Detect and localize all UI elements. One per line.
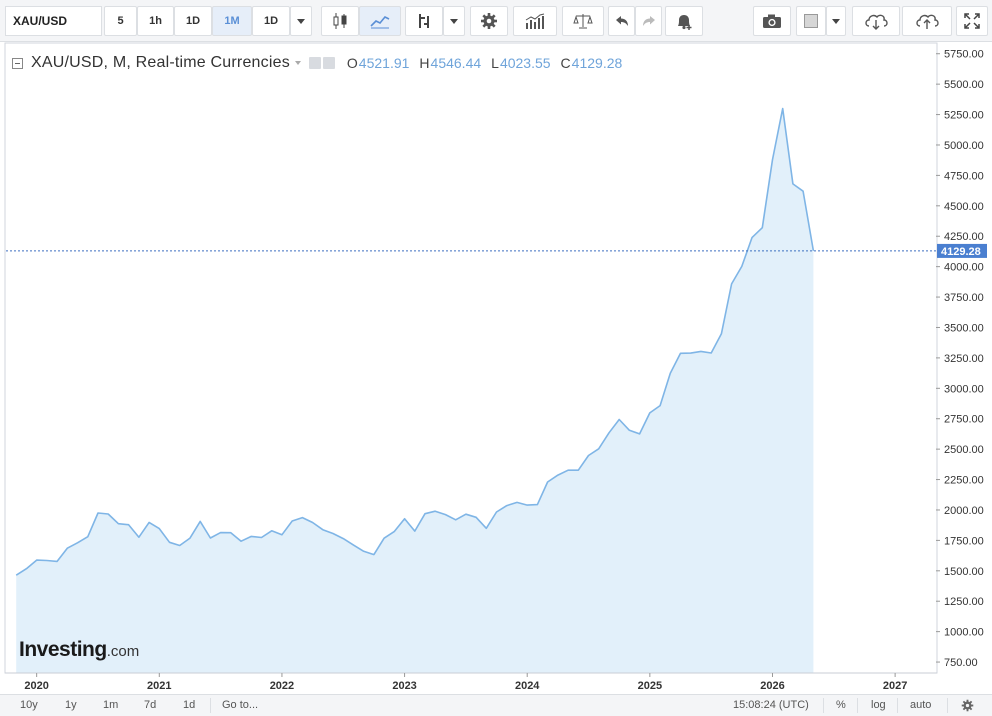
chart-legend: XAU/USD, M, Real-time Currencies O 4521.9… bbox=[12, 54, 622, 72]
divider bbox=[947, 698, 948, 713]
range-7d-button[interactable]: 7d bbox=[144, 699, 156, 711]
y-tick-label: 2500.00 bbox=[944, 444, 984, 456]
auto-scale-toggle[interactable]: auto bbox=[910, 699, 931, 711]
y-tick-label: 2000.00 bbox=[944, 505, 984, 517]
percent-scale-toggle[interactable]: % bbox=[836, 699, 846, 711]
logo-brand: Investing bbox=[19, 638, 107, 661]
price-chart[interactable]: 750.00 1000.00 1250.00 1500.00 1750.00 2000.0… bbox=[0, 0, 992, 716]
y-tick-label: 4000.00 bbox=[944, 262, 984, 274]
x-tick-label: 2025 bbox=[638, 680, 662, 692]
y-tick-label: 5500.00 bbox=[944, 79, 984, 91]
divider bbox=[210, 698, 211, 713]
range-1d-button[interactable]: 1d bbox=[183, 699, 195, 711]
close-value: 4129.28 bbox=[571, 55, 623, 71]
high-label: H bbox=[419, 55, 430, 71]
log-scale-toggle[interactable]: log bbox=[871, 699, 886, 711]
gear-icon[interactable] bbox=[322, 57, 335, 69]
y-tick-label: 3500.00 bbox=[944, 322, 984, 334]
collapse-legend-icon[interactable] bbox=[12, 57, 23, 69]
clock-readout[interactable]: 15:08:24 (UTC) bbox=[733, 699, 809, 711]
low-value: 4023.55 bbox=[499, 55, 551, 71]
y-tick-label: 1000.00 bbox=[944, 627, 984, 639]
y-tick-label: 4750.00 bbox=[944, 170, 984, 182]
divider bbox=[857, 698, 858, 713]
chevron-down-icon[interactable] bbox=[294, 61, 301, 65]
x-tick-label: 2020 bbox=[24, 680, 48, 692]
x-tick-label: 2022 bbox=[270, 680, 294, 692]
y-tick-label: 1250.00 bbox=[944, 596, 984, 608]
last-price-label: 4129.28 bbox=[941, 246, 981, 258]
x-tick-label: 2023 bbox=[392, 680, 416, 692]
high-value: 4546.44 bbox=[430, 55, 482, 71]
y-tick-label: 5250.00 bbox=[944, 110, 984, 122]
divider bbox=[897, 698, 898, 713]
eye-icon[interactable] bbox=[308, 57, 321, 69]
time-axis-band bbox=[5, 673, 937, 694]
y-tick-label: 2250.00 bbox=[944, 475, 984, 487]
y-tick-label: 2750.00 bbox=[944, 414, 984, 426]
x-tick-label: 2027 bbox=[883, 680, 907, 692]
range-1y-button[interactable]: 1y bbox=[65, 699, 77, 711]
close-label: C bbox=[560, 55, 571, 71]
bottom-bar: 10y 1y 1m 7d 1d Go to... 15:08:24 (UTC) … bbox=[0, 694, 992, 716]
y-tick-label: 3000.00 bbox=[944, 383, 984, 395]
y-tick-label: 3250.00 bbox=[944, 353, 984, 365]
range-1m-button[interactable]: 1m bbox=[103, 699, 118, 711]
x-tick-label: 2024 bbox=[515, 680, 540, 692]
low-label: L bbox=[491, 55, 499, 71]
y-tick-label: 750.00 bbox=[944, 657, 978, 669]
x-tick-label: 2026 bbox=[760, 680, 784, 692]
open-value: 4521.91 bbox=[358, 55, 410, 71]
y-tick-label: 5000.00 bbox=[944, 140, 984, 152]
x-tick-label: 2021 bbox=[147, 680, 171, 692]
price-axis[interactable]: 750.00 1000.00 1250.00 1500.00 1750.00 2000.0… bbox=[936, 49, 984, 669]
y-tick-label: 4500.00 bbox=[944, 201, 984, 213]
go-to-date-button[interactable]: Go to... bbox=[222, 699, 258, 711]
y-tick-label: 1750.00 bbox=[944, 535, 984, 547]
gear-icon[interactable] bbox=[961, 699, 974, 712]
y-tick-label: 4250.00 bbox=[944, 231, 984, 243]
y-tick-label: 3750.00 bbox=[944, 292, 984, 304]
divider bbox=[823, 698, 824, 713]
legend-title: XAU/USD, M, Real-time Currencies bbox=[31, 54, 290, 71]
y-tick-label: 1500.00 bbox=[944, 566, 984, 578]
time-axis[interactable]: 2020 2021 2022 2023 2024 2025 2026 2027 bbox=[5, 672, 937, 694]
logo-suffix: .com bbox=[106, 643, 140, 660]
y-tick-label: 5750.00 bbox=[944, 49, 984, 61]
range-10y-button[interactable]: 10y bbox=[20, 699, 38, 711]
investing-logo: Investing.com bbox=[19, 638, 139, 662]
open-label: O bbox=[346, 55, 358, 71]
